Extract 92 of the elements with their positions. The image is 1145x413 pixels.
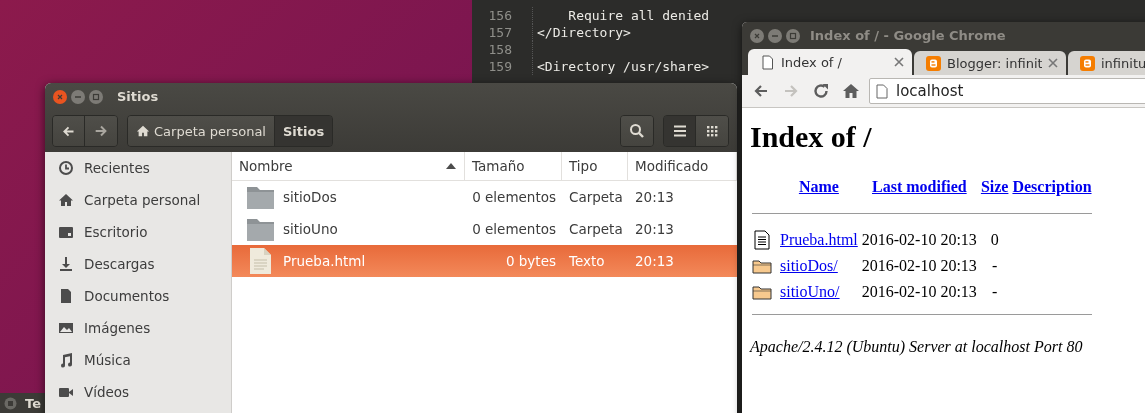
home-icon — [136, 124, 150, 138]
file-size: 0 bytes — [504, 253, 557, 269]
modified-date: 2016-02-10 20:13 — [860, 256, 978, 276]
modified-time: 20:13 — [634, 221, 675, 237]
document-icon — [752, 230, 772, 250]
close-icon[interactable] — [750, 28, 764, 43]
home-icon — [58, 192, 74, 208]
column-link[interactable]: Last modified — [872, 178, 967, 195]
file-name: Prueba.html — [283, 253, 366, 269]
list-view-button[interactable] — [664, 116, 696, 146]
browser-tab[interactable]: Index of / — [748, 49, 912, 75]
documents-icon — [58, 288, 74, 304]
line-number: 156 — [487, 7, 512, 24]
line-number: 157 — [487, 24, 512, 41]
close-icon[interactable] — [53, 89, 67, 104]
column-link[interactable]: Name — [798, 178, 839, 195]
column-header[interactable]: Tipo — [562, 152, 628, 180]
breadcrumb-button[interactable]: Sitios — [275, 116, 333, 146]
column-header[interactable]: Modificado — [628, 152, 737, 180]
maximize-icon[interactable] — [89, 89, 103, 104]
file-link[interactable]: sitioDos/ — [780, 257, 838, 274]
forward-arrow-icon — [93, 123, 109, 139]
sidebar-item[interactable]: Escritorio — [45, 216, 231, 248]
file-name: sitioDos — [283, 189, 337, 205]
reload-icon — [812, 82, 830, 100]
modified-time: 20:13 — [634, 253, 675, 269]
folder-icon — [246, 184, 275, 210]
search-icon — [629, 123, 645, 139]
column-link[interactable]: Description — [1012, 178, 1092, 195]
file-row[interactable]: sitioDos 0 elementos Carpeta 20:13 — [232, 181, 737, 213]
file-type: Carpeta — [568, 189, 624, 205]
column-header[interactable]: Tamaño — [465, 152, 562, 180]
line-number: 158 — [487, 41, 512, 58]
desktop-icon — [58, 224, 74, 240]
list-icon — [672, 125, 687, 137]
breadcrumb-button[interactable]: Carpeta personal — [128, 116, 275, 146]
recent-icon — [58, 160, 74, 176]
window-title: Index of / - Google Chrome — [810, 28, 1006, 43]
taskbar-item-label[interactable]: Te — [25, 395, 41, 411]
folder-icon — [246, 216, 275, 242]
file-name: sitioUno — [283, 221, 338, 237]
modified-date: 2016-02-10 20:13 — [860, 282, 978, 302]
forward-button[interactable] — [85, 116, 117, 146]
minimize-icon[interactable] — [71, 89, 85, 104]
file-link[interactable]: sitioUno/ — [780, 283, 840, 300]
app-icon[interactable] — [4, 396, 17, 410]
blogger-icon — [1080, 55, 1095, 71]
file-size: 0 elementos — [471, 189, 557, 205]
file-size: 0 — [989, 230, 1000, 250]
sidebar-item[interactable]: Documentos — [45, 280, 231, 312]
sidebar-item[interactable]: Carpeta personal — [45, 184, 231, 216]
browser-tab[interactable]: Blogger: infinit — [914, 51, 1066, 75]
code-line: <Directory /usr/share> — [532, 58, 710, 75]
sidebar-item[interactable]: Imágenes — [45, 312, 231, 344]
line-number: 159 — [487, 58, 512, 75]
blogger-icon — [926, 55, 941, 71]
sidebar-item[interactable]: Vídeos — [45, 376, 231, 408]
column-header[interactable]: Nombre — [232, 152, 465, 180]
home-icon — [842, 82, 860, 100]
column-link[interactable]: Size — [980, 178, 1009, 195]
back-button[interactable] — [53, 116, 85, 146]
sidebar-item[interactable]: Música — [45, 344, 231, 376]
page-heading: Index of / — [750, 120, 873, 154]
close-icon[interactable] — [894, 57, 904, 67]
page-icon — [876, 83, 888, 99]
code-line: Require all denied — [532, 7, 710, 24]
grid-icon — [706, 125, 718, 137]
grid-view-button[interactable] — [696, 116, 728, 146]
window-title: Sitios — [117, 89, 159, 104]
file-size: 0 elementos — [471, 221, 557, 237]
browser-tab[interactable]: infinitu — [1068, 51, 1145, 75]
page-icon — [760, 54, 775, 70]
close-icon[interactable] — [1048, 58, 1058, 68]
file-size: - — [991, 256, 999, 276]
server-signature: Apache/2.4.12 (Ubuntu) Server at localhost Port 80 — [750, 338, 1084, 356]
file-link[interactable]: Prueba.html — [780, 231, 858, 248]
music-icon — [58, 352, 74, 368]
file-type: Carpeta — [568, 221, 624, 237]
sidebar-item[interactable]: Recientes — [45, 152, 231, 184]
file-type: Texto — [568, 253, 606, 269]
address-bar[interactable]: localhost — [869, 78, 1145, 104]
file-row[interactable]: sitioUno 0 elementos Carpeta 20:13 — [232, 213, 737, 245]
search-button[interactable] — [621, 116, 653, 146]
code-line: </Directory> — [532, 24, 631, 41]
downloads-icon — [58, 256, 74, 272]
sidebar-item[interactable]: Descargas — [45, 248, 231, 280]
modified-date: 2016-02-10 20:13 — [860, 230, 978, 250]
maximize-icon[interactable] — [786, 28, 800, 43]
modified-time: 20:13 — [634, 189, 675, 205]
file-size: - — [991, 282, 999, 302]
minimize-icon[interactable] — [768, 28, 782, 43]
pictures-icon — [58, 320, 74, 336]
